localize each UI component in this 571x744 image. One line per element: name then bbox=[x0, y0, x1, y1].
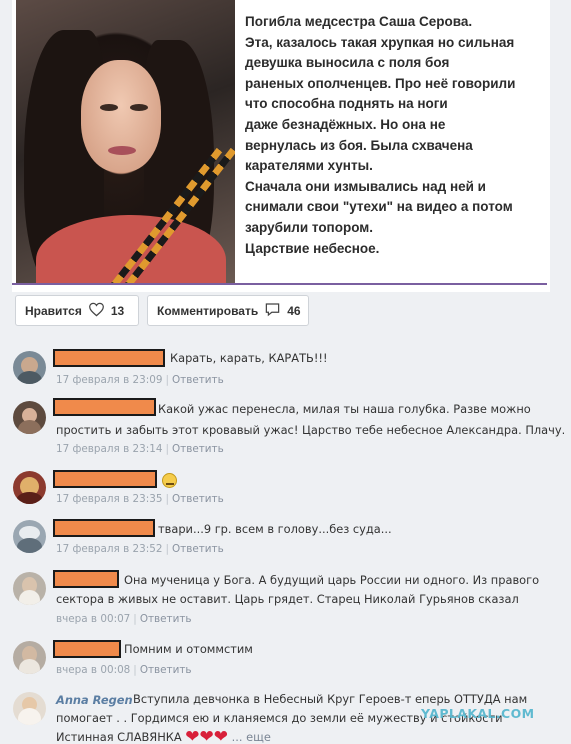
comment-date[interactable]: вчера в 00:07 bbox=[56, 613, 130, 625]
heart-outline-icon bbox=[88, 302, 105, 320]
caption-line: девушка выносила с поля боя bbox=[245, 55, 450, 71]
reply-link[interactable]: Ответить bbox=[172, 374, 224, 386]
redacted-name bbox=[53, 398, 156, 416]
post-card: Погибла медсестра Саша Серова. Эта, каза… bbox=[12, 0, 550, 292]
comment-text: Какой ужас перенесла, милая ты наша голу… bbox=[158, 402, 531, 416]
comment-text: сектора в живых не оставит. Царь грядет.… bbox=[56, 592, 519, 606]
comment-meta: 17 февраля в 23:09 | Ответить bbox=[56, 374, 224, 386]
speech-bubble-icon bbox=[264, 302, 281, 320]
redacted-name bbox=[53, 470, 157, 488]
caption-line: вернулась из боя. Была схвачена bbox=[245, 137, 473, 153]
comment-meta: 17 февраля в 23:52 | Ответить bbox=[56, 543, 224, 555]
redacted-name bbox=[53, 570, 119, 588]
photo-eye-right bbox=[130, 104, 148, 111]
caption-line: даже безнадёжных. Но она не bbox=[245, 116, 446, 132]
avatar[interactable] bbox=[13, 471, 46, 504]
reply-link[interactable]: Ответить bbox=[140, 664, 192, 676]
comment-text: Карать, карать, КАРАТЬ!!! bbox=[170, 351, 328, 365]
watermark: YAPLAKAL.COM bbox=[421, 706, 535, 721]
avatar[interactable] bbox=[13, 520, 46, 553]
comment-label: Комментировать bbox=[157, 303, 259, 318]
comment-count: 46 bbox=[287, 303, 301, 318]
redacted-name bbox=[53, 349, 165, 367]
redacted-name bbox=[53, 519, 155, 537]
avatar[interactable] bbox=[13, 401, 46, 434]
comment-date[interactable]: вчера в 00:08 bbox=[56, 664, 130, 676]
photo-lips bbox=[108, 146, 136, 155]
caption-line: что способна поднять на ноги bbox=[245, 96, 448, 112]
comment-text: Истинная СЛАВЯНКА ❤❤❤ ... еще bbox=[56, 728, 271, 744]
comment-text: твари...9 гр. всем в голову...без суда..… bbox=[158, 522, 392, 536]
caption-line: карателями хунты. bbox=[245, 158, 373, 174]
comment-meta: вчера в 00:08 | Ответить bbox=[56, 664, 192, 676]
post-caption: Погибла медсестра Саша Серова. Эта, каза… bbox=[245, 12, 545, 259]
avatar[interactable] bbox=[13, 692, 46, 725]
show-more-link[interactable]: ... еще bbox=[232, 730, 271, 744]
comment-date[interactable]: 17 февраля в 23:14 bbox=[56, 443, 162, 455]
avatar[interactable] bbox=[13, 572, 46, 605]
comment-button[interactable]: Комментировать 46 bbox=[147, 295, 309, 326]
comment-text: Помним и отоммстим bbox=[124, 642, 253, 656]
like-count: 13 bbox=[110, 303, 125, 318]
comment-date[interactable]: 17 февраля в 23:52 bbox=[56, 543, 162, 555]
comment-text: Она мученица у Бога. А будущий царь Росс… bbox=[124, 573, 540, 587]
comment-text: простить и забыть этот кровавый ужас! Ца… bbox=[56, 423, 566, 437]
reply-link[interactable]: Ответить bbox=[172, 543, 224, 555]
comment-author[interactable]: Anna Regen bbox=[56, 691, 133, 709]
redacted-name bbox=[53, 640, 121, 658]
caption-line: зарубили топором. bbox=[245, 219, 374, 235]
comment-meta: 17 февраля в 23:14 | Ответить bbox=[56, 443, 224, 455]
comment-date[interactable]: 17 февраля в 23:35 bbox=[56, 493, 162, 505]
post-photo[interactable] bbox=[16, 0, 235, 283]
like-button[interactable]: Нравится 13 bbox=[15, 295, 139, 326]
like-label: Нравится bbox=[25, 303, 82, 318]
reply-link[interactable]: Ответить bbox=[172, 493, 224, 505]
photo-eye-left bbox=[100, 104, 118, 111]
caption-line: Сначала они измывались над ней и bbox=[245, 178, 486, 194]
photo-face bbox=[81, 60, 161, 172]
caption-line: Царствие небесное. bbox=[245, 240, 380, 256]
heart-emoji: ❤❤❤ bbox=[185, 727, 229, 744]
comment-date[interactable]: 17 февраля в 23:09 bbox=[56, 374, 162, 386]
post-actions: Нравится 13 Комментировать 46 bbox=[12, 292, 550, 338]
caption-line: Погибла медсестра Саша Серова. bbox=[245, 14, 473, 29]
comment-meta: вчера в 00:07 | Ответить bbox=[56, 613, 192, 625]
comment-text-line3: Истинная СЛАВЯНКА bbox=[56, 730, 182, 744]
comment-meta: 17 февраля в 23:35 | Ответить bbox=[56, 493, 224, 505]
reply-link[interactable]: Ответить bbox=[172, 443, 224, 455]
avatar[interactable] bbox=[13, 641, 46, 674]
avatar[interactable] bbox=[13, 351, 46, 384]
caption-line: снимали свои "утехи" на видео а потом bbox=[245, 199, 513, 215]
reply-link[interactable]: Ответить bbox=[140, 613, 192, 625]
post-divider bbox=[12, 283, 547, 285]
sad-face-emoji bbox=[162, 472, 177, 490]
caption-line: Эта, казалось такая хрупкая но сильная bbox=[245, 34, 515, 50]
caption-line: раненых ополченцев. Про неё говорили bbox=[245, 75, 516, 91]
